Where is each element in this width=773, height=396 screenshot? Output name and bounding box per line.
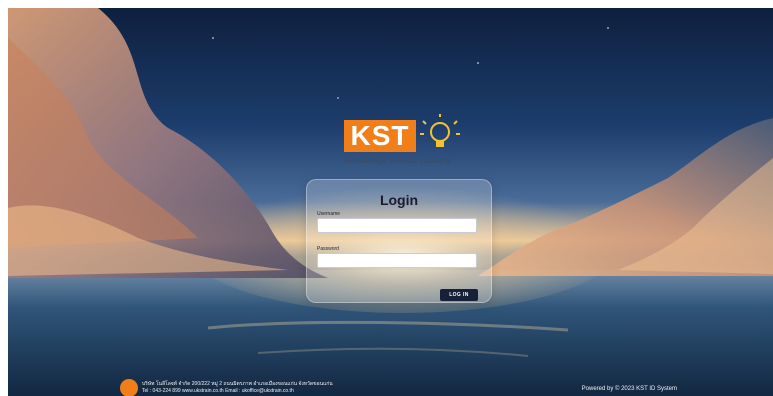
username-input[interactable] (317, 218, 477, 233)
footer-address: บริษัท โนลีโลจท์ จำกัด 200/222 หมู่ 2 ถน… (142, 381, 333, 395)
kst-logo: KST Knowledge Service Training (344, 114, 464, 170)
login-title: Login (379, 192, 419, 208)
kst-tagline: Knowledge Service Training (344, 156, 451, 165)
username-label: Username (317, 211, 341, 217)
footer-address-line: บริษัท โนลีโลจท์ จำกัด 200/222 หมู่ 2 ถน… (142, 381, 333, 387)
login-card: Login Username Password LOG IN (306, 179, 492, 303)
footer-contact-line: Tel : 043-224 899 www.ukstrain.co.th Ema… (142, 388, 294, 394)
password-label: Password (317, 246, 339, 252)
password-input[interactable] (317, 253, 477, 268)
company-logo-icon (120, 379, 138, 396)
footer: บริษัท โนลีโลจท์ จำกัด 200/222 หมู่ 2 ถน… (8, 379, 773, 396)
login-page-background: KST Knowledge Service Training Login Use… (8, 8, 773, 396)
lightbulb-icon (420, 114, 460, 147)
powered-by-text: Powered by © 2023 KST ID System (581, 386, 677, 392)
login-button[interactable]: LOG IN (440, 289, 478, 301)
kst-logo-text: KST (344, 120, 416, 152)
